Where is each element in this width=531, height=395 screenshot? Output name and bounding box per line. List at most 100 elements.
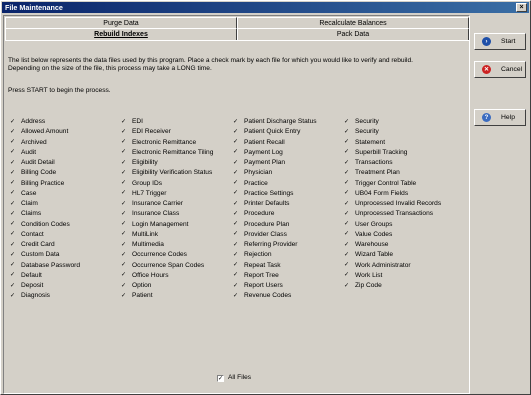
- file-item[interactable]: ✓ Login Management: [121, 220, 213, 230]
- file-item[interactable]: ✓ Eligibility Verification Status: [121, 168, 213, 178]
- file-item[interactable]: ✓ EDI Receiver: [121, 127, 213, 137]
- file-item[interactable]: ✓ Claims: [10, 209, 80, 219]
- file-item[interactable]: ✓ Security: [344, 127, 441, 137]
- file-item[interactable]: ✓ Repeat Task: [233, 261, 317, 271]
- file-checkbox[interactable]: ✓: [121, 160, 126, 166]
- file-item[interactable]: ✓ Wizard Table: [344, 250, 441, 260]
- file-checkbox[interactable]: ✓: [233, 231, 238, 237]
- file-item[interactable]: ✓ Default: [10, 271, 80, 281]
- file-checkbox[interactable]: ✓: [121, 221, 126, 227]
- file-item[interactable]: ✓ Printer Defaults: [233, 199, 317, 209]
- file-item[interactable]: ✓ Rejection: [233, 250, 317, 260]
- file-checkbox[interactable]: ✓: [344, 242, 349, 248]
- file-item[interactable]: ✓ Unprocessed Invalid Records: [344, 199, 441, 209]
- file-item[interactable]: ✓ HL7 Trigger: [121, 189, 213, 199]
- file-checkbox[interactable]: ✓: [233, 293, 238, 299]
- file-item[interactable]: ✓ Group IDs: [121, 179, 213, 189]
- file-checkbox[interactable]: ✓: [233, 211, 238, 217]
- file-item[interactable]: ✓ Trigger Control Table: [344, 179, 441, 189]
- file-item[interactable]: ✓ Claim: [10, 199, 80, 209]
- file-checkbox[interactable]: ✓: [344, 231, 349, 237]
- file-checkbox[interactable]: ✓: [10, 201, 15, 207]
- file-item[interactable]: ✓ UB04 Form Fields: [344, 189, 441, 199]
- file-checkbox[interactable]: ✓: [233, 201, 238, 207]
- file-item[interactable]: ✓ Referring Provider: [233, 240, 317, 250]
- start-button[interactable]: › Start: [474, 33, 526, 50]
- file-checkbox[interactable]: ✓: [233, 283, 238, 289]
- file-checkbox[interactable]: ✓: [233, 139, 238, 145]
- file-item[interactable]: ✓ Patient Recall: [233, 138, 317, 148]
- file-checkbox[interactable]: ✓: [10, 170, 15, 176]
- file-item[interactable]: ✓ Report Users: [233, 281, 317, 291]
- file-item[interactable]: ✓ Payment Plan: [233, 158, 317, 168]
- file-item[interactable]: ✓ MultiLink: [121, 230, 213, 240]
- file-item[interactable]: ✓ Transactions: [344, 158, 441, 168]
- file-item[interactable]: ✓ Procedure Plan: [233, 220, 317, 230]
- cancel-button[interactable]: ✕ Cancel: [474, 61, 526, 78]
- file-item[interactable]: ✓ Electronic Remittance Tiling: [121, 148, 213, 158]
- file-checkbox[interactable]: ✓: [10, 149, 15, 155]
- file-item[interactable]: ✓ Credit Card: [10, 240, 80, 250]
- file-checkbox[interactable]: ✓: [344, 160, 349, 166]
- file-checkbox[interactable]: ✓: [10, 211, 15, 217]
- file-checkbox[interactable]: ✓: [233, 160, 238, 166]
- file-item[interactable]: ✓ Revenue Codes: [233, 291, 317, 301]
- file-item[interactable]: ✓ Billing Practice: [10, 179, 80, 189]
- file-item[interactable]: ✓ Billing Code: [10, 168, 80, 178]
- file-checkbox[interactable]: ✓: [10, 119, 15, 125]
- tab-rebuild-indexes[interactable]: Rebuild Indexes: [5, 28, 237, 40]
- file-checkbox[interactable]: ✓: [121, 201, 126, 207]
- file-checkbox[interactable]: ✓: [10, 262, 15, 268]
- file-item[interactable]: ✓ Custom Data: [10, 250, 80, 260]
- file-item[interactable]: ✓ Warehouse: [344, 240, 441, 250]
- file-item[interactable]: ✓ Case: [10, 189, 80, 199]
- file-checkbox[interactable]: ✓: [10, 283, 15, 289]
- file-item[interactable]: ✓ Insurance Class: [121, 209, 213, 219]
- file-item[interactable]: ✓ Superbill Tracking: [344, 148, 441, 158]
- file-checkbox[interactable]: ✓: [344, 262, 349, 268]
- file-item[interactable]: ✓ Eligibility: [121, 158, 213, 168]
- file-checkbox[interactable]: ✓: [344, 201, 349, 207]
- file-item[interactable]: ✓ Diagnosis: [10, 291, 80, 301]
- file-checkbox[interactable]: ✓: [344, 119, 349, 125]
- file-checkbox[interactable]: ✓: [10, 231, 15, 237]
- file-checkbox[interactable]: ✓: [233, 262, 238, 268]
- file-item[interactable]: ✓ Address: [10, 117, 80, 127]
- tab-pack-data[interactable]: Pack Data: [237, 28, 469, 40]
- help-button[interactable]: ? Help: [474, 109, 526, 126]
- file-item[interactable]: ✓ Occurrence Span Codes: [121, 261, 213, 271]
- file-checkbox[interactable]: ✓: [121, 211, 126, 217]
- file-checkbox[interactable]: ✓: [121, 170, 126, 176]
- close-icon[interactable]: ×: [516, 3, 527, 12]
- file-checkbox[interactable]: ✓: [233, 170, 238, 176]
- file-checkbox[interactable]: ✓: [10, 180, 15, 186]
- file-item[interactable]: ✓ Archived: [10, 138, 80, 148]
- file-item[interactable]: ✓ Statement: [344, 138, 441, 148]
- file-checkbox[interactable]: ✓: [10, 293, 15, 299]
- file-checkbox[interactable]: ✓: [233, 272, 238, 278]
- file-checkbox[interactable]: ✓: [121, 283, 126, 289]
- file-checkbox[interactable]: ✓: [344, 221, 349, 227]
- file-checkbox[interactable]: ✓: [344, 283, 349, 289]
- file-item[interactable]: ✓ Physician: [233, 168, 317, 178]
- file-item[interactable]: ✓ Unprocessed Transactions: [344, 209, 441, 219]
- file-checkbox[interactable]: ✓: [233, 221, 238, 227]
- file-item[interactable]: ✓ Practice Settings: [233, 189, 317, 199]
- file-checkbox[interactable]: ✓: [10, 252, 15, 258]
- file-checkbox[interactable]: ✓: [344, 190, 349, 196]
- file-item[interactable]: ✓ Security: [344, 117, 441, 127]
- file-item[interactable]: ✓ Provider Class: [233, 230, 317, 240]
- file-checkbox[interactable]: ✓: [10, 190, 15, 196]
- file-checkbox[interactable]: ✓: [344, 180, 349, 186]
- file-item[interactable]: ✓ Patient: [121, 291, 213, 301]
- file-checkbox[interactable]: ✓: [344, 129, 349, 135]
- all-files-check[interactable]: ✓: [217, 374, 224, 382]
- file-item[interactable]: ✓ Database Password: [10, 261, 80, 271]
- file-item[interactable]: ✓ Practice: [233, 179, 317, 189]
- file-checkbox[interactable]: ✓: [344, 149, 349, 155]
- file-item[interactable]: ✓ Multimedia: [121, 240, 213, 250]
- file-item[interactable]: ✓ Condition Codes: [10, 220, 80, 230]
- file-item[interactable]: ✓ User Groups: [344, 220, 441, 230]
- file-item[interactable]: ✓ Zip Code: [344, 281, 441, 291]
- file-checkbox[interactable]: ✓: [10, 139, 15, 145]
